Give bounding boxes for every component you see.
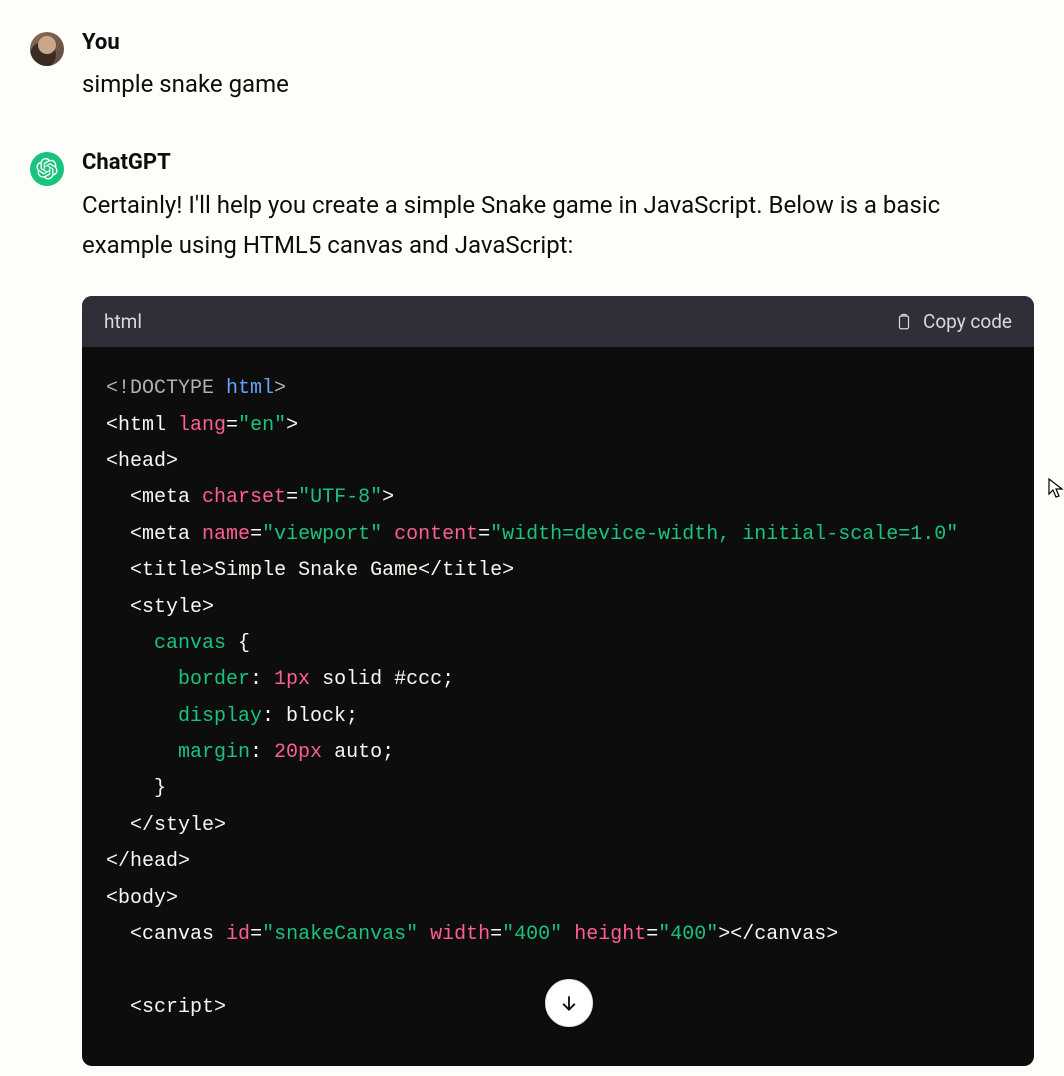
assistant-sender-label: ChatGPT: [82, 150, 1034, 176]
code-block: html Copy code <!DOCTYPE html> <html lan…: [82, 296, 1034, 1066]
copy-code-label: Copy code: [923, 310, 1012, 333]
scroll-to-bottom-button[interactable]: [545, 979, 593, 1027]
arrow-down-icon: [559, 993, 579, 1013]
assistant-intro-text: Certainly! I'll help you create a simple…: [82, 185, 1034, 267]
copy-code-button[interactable]: Copy code: [895, 310, 1012, 333]
code-language-label: html: [104, 310, 142, 333]
openai-logo-icon: [36, 158, 58, 180]
user-avatar: [30, 32, 64, 66]
assistant-avatar: [30, 152, 64, 186]
user-message-text: simple snake game: [82, 64, 1034, 105]
user-sender-label: You: [82, 30, 1034, 56]
code-content[interactable]: <!DOCTYPE html> <html lang="en"> <head> …: [82, 347, 1034, 1066]
assistant-message: ChatGPT Certainly! I'll help you create …: [30, 150, 1034, 1066]
user-message: You simple snake game: [30, 30, 1034, 105]
code-block-header: html Copy code: [82, 296, 1034, 347]
clipboard-icon: [895, 312, 913, 332]
